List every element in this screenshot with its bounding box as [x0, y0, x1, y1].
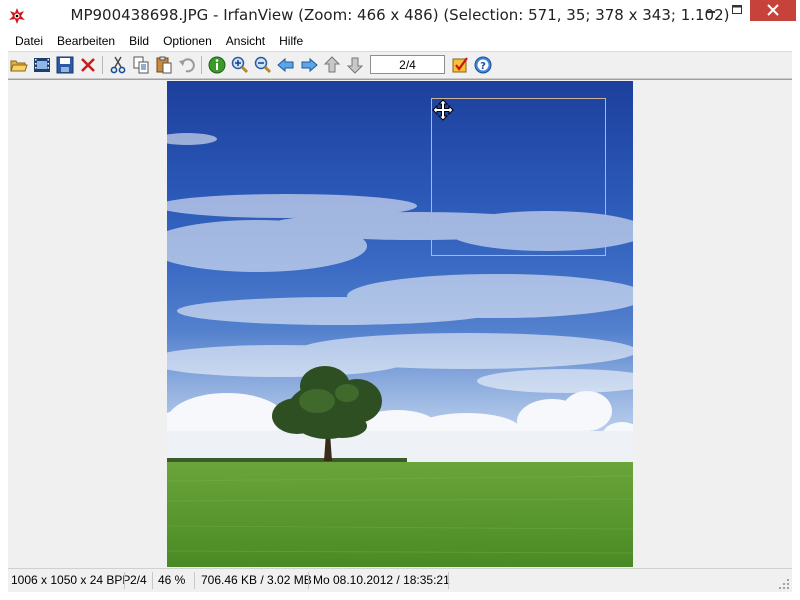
slideshow-button[interactable] [32, 55, 52, 75]
window-frame-right [792, 31, 800, 600]
open-folder-icon [10, 60, 28, 72]
save-button[interactable] [55, 55, 75, 75]
menu-bar: Datei Bearbeiten Bild Optionen Ansicht H… [8, 31, 792, 51]
close-icon [767, 4, 779, 16]
page-number-field[interactable] [370, 55, 445, 74]
save-icon [56, 56, 74, 74]
cut-button[interactable] [108, 55, 128, 75]
paste-icon [156, 56, 172, 74]
status-date: Mo 08.10.2012 / 18:35:21 [313, 573, 450, 587]
cut-icon [110, 56, 126, 74]
page-down-icon [346, 57, 364, 74]
status-page: 2/4 [130, 573, 147, 587]
resize-grip-icon[interactable] [778, 578, 790, 590]
menu-optionen[interactable]: Optionen [156, 31, 219, 51]
zoom-in-button[interactable] [230, 55, 250, 75]
status-separator [448, 572, 449, 589]
status-separator [308, 572, 309, 589]
status-bar: 1006 x 1050 x 24 BPP 2/4 46 % 706.46 KB … [8, 568, 792, 592]
status-separator [194, 572, 195, 589]
menu-bild[interactable]: Bild [122, 31, 156, 51]
info-icon [208, 56, 226, 74]
status-separator [152, 572, 153, 589]
svg-text:?: ? [480, 61, 486, 72]
toolbar-separator [102, 56, 103, 74]
status-file-size: 706.46 KB / 3.02 MB [201, 573, 312, 587]
toolbar-separator [201, 56, 202, 74]
paste-button[interactable] [154, 55, 174, 75]
close-button[interactable] [750, 0, 796, 21]
delete-icon [81, 58, 95, 72]
zoom-out-icon [254, 56, 272, 74]
zoom-in-icon [231, 56, 249, 74]
toolbar: ? [8, 51, 792, 79]
help-icon: ? [474, 56, 492, 74]
properties-button[interactable] [450, 55, 470, 75]
info-button[interactable] [207, 55, 227, 75]
slideshow-icon [34, 58, 50, 72]
copy-button[interactable] [131, 55, 151, 75]
page-up-icon [323, 56, 341, 73]
window-frame-left [0, 31, 8, 600]
menu-bearbeiten[interactable]: Bearbeiten [50, 31, 122, 51]
menu-hilfe[interactable]: Hilfe [272, 31, 310, 51]
copy-icon [133, 56, 149, 74]
undo-icon [179, 58, 195, 73]
window-frame-bottom [0, 592, 800, 600]
menu-datei[interactable]: Datei [8, 31, 50, 51]
status-zoom: 46 % [158, 573, 186, 587]
selection-rectangle[interactable] [431, 98, 606, 256]
zoom-out-button[interactable] [253, 55, 273, 75]
previous-button[interactable] [276, 55, 296, 75]
minimize-button[interactable] [697, 0, 724, 21]
maximize-button[interactable] [724, 0, 750, 21]
first-page-button[interactable] [322, 55, 342, 75]
next-arrow-icon [301, 57, 318, 73]
delete-button[interactable] [78, 55, 98, 75]
status-image-dimensions: 1006 x 1050 x 24 BPP [11, 573, 131, 587]
undo-button[interactable] [177, 55, 197, 75]
title-bar: MP900438698.JPG - IrfanView (Zoom: 466 x… [0, 0, 800, 31]
image-canvas[interactable] [8, 79, 792, 568]
maximize-icon [732, 5, 742, 14]
open-folder-button[interactable] [9, 55, 29, 75]
menu-ansicht[interactable]: Ansicht [219, 31, 272, 51]
minimize-icon [706, 11, 715, 13]
next-button[interactable] [299, 55, 319, 75]
help-button[interactable]: ? [473, 55, 493, 75]
last-page-button[interactable] [345, 55, 365, 75]
previous-arrow-icon [277, 57, 294, 73]
landscape-photo[interactable] [167, 81, 633, 567]
checkbox-properties-icon [452, 57, 468, 73]
move-cursor-icon [432, 99, 454, 121]
window-title: MP900438698.JPG - IrfanView (Zoom: 466 x… [70, 6, 730, 24]
status-separator [124, 572, 125, 589]
